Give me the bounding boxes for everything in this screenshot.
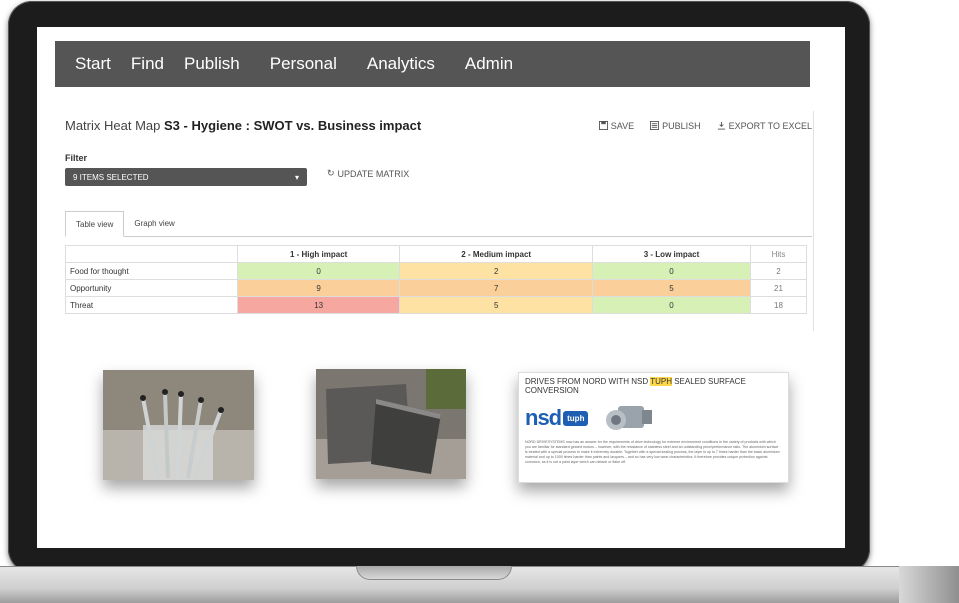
heat-cell[interactable]: 9 xyxy=(236,279,401,297)
panel-divider xyxy=(813,111,814,331)
document-icon xyxy=(650,121,660,130)
col-header-medium-impact: 2 - Medium impact xyxy=(399,245,594,263)
hits-cell: 2 xyxy=(750,262,807,280)
metal-sheets-image xyxy=(316,369,466,479)
nav-admin[interactable]: Admin xyxy=(465,54,513,74)
laptop-screen: Start Find Publish Personal Analytics Ad… xyxy=(37,27,845,548)
hits-cell: 21 xyxy=(750,279,807,297)
table-row: Food for thought 0 2 0 2 xyxy=(65,262,807,280)
document-title-part1: DRIVES FROM NORD WITH NSD xyxy=(525,377,649,386)
tab-table-view[interactable]: Table view xyxy=(65,211,125,237)
nsd-tuph-logo: nsd tuph xyxy=(525,405,589,431)
download-icon xyxy=(717,121,725,130)
nav-start[interactable]: Start xyxy=(75,54,111,74)
document-logo-row: nsd tuph xyxy=(525,400,782,436)
toolbar: SAVE PUBLISH EXPORT TO EXCEL xyxy=(598,120,812,131)
table-row: Opportunity 9 7 5 21 xyxy=(65,279,807,297)
corner-header xyxy=(65,245,238,263)
nav-analytics[interactable]: Analytics xyxy=(367,54,435,74)
filter-selected-value: 9 ITEMS SELECTED xyxy=(73,172,149,182)
save-button[interactable]: SAVE xyxy=(598,120,635,131)
save-label: SAVE xyxy=(610,120,635,131)
gear-motor-icon xyxy=(606,406,653,430)
table-row: Threat 13 5 0 18 xyxy=(65,296,807,314)
heat-cell[interactable]: 7 xyxy=(399,279,594,297)
heat-cell[interactable]: 0 xyxy=(592,296,751,314)
heat-cell[interactable]: 0 xyxy=(592,262,751,280)
heat-cell[interactable]: 13 xyxy=(236,296,401,314)
refresh-icon: ↻ xyxy=(327,168,335,178)
heat-cell[interactable]: 0 xyxy=(236,262,401,280)
nav-find[interactable]: Find xyxy=(131,54,164,74)
page-title-bold: S3 - Hygiene : SWOT vs. Business impact xyxy=(164,118,422,133)
laptop-mockup: Start Find Publish Personal Analytics Ad… xyxy=(0,0,959,603)
tuph-badge: tuph xyxy=(563,410,589,426)
export-label: EXPORT TO EXCEL xyxy=(728,120,812,131)
nav-personal[interactable]: Personal xyxy=(270,54,337,74)
page-title-prefix: Matrix Heat Map xyxy=(65,118,161,133)
export-to-excel-button[interactable]: EXPORT TO EXCEL xyxy=(717,121,812,131)
filter-dropdown[interactable]: 9 ITEMS SELECTED ▾ xyxy=(65,168,307,186)
nsd-logo-text: nsd xyxy=(525,405,562,430)
page-header: Matrix Heat Map S3 - Hygiene : SWOT vs. … xyxy=(65,118,812,133)
metal-straws-photo xyxy=(103,370,254,480)
row-label: Threat xyxy=(65,296,238,314)
view-tabs: Table view Graph view xyxy=(65,211,812,237)
table-header-row: 1 - High impact 2 - Medium impact 3 - Lo… xyxy=(65,245,807,263)
document-body-text: NORD DRIVESYSTEMS now has an answer for … xyxy=(525,440,780,464)
page-title: Matrix Heat Map S3 - Hygiene : SWOT vs. … xyxy=(65,118,421,133)
heat-cell[interactable]: 5 xyxy=(592,279,751,297)
heat-cell[interactable]: 5 xyxy=(399,296,594,314)
document-title: DRIVES FROM NORD WITH NSD TUPH SEALED SU… xyxy=(525,377,775,395)
top-navbar: Start Find Publish Personal Analytics Ad… xyxy=(55,41,810,87)
col-header-high-impact: 1 - High impact xyxy=(236,245,401,263)
update-matrix-label: UPDATE MATRIX xyxy=(337,168,410,179)
document-title-highlight: TUPH xyxy=(650,377,672,386)
row-label: Food for thought xyxy=(65,262,238,280)
heat-map-table: 1 - High impact 2 - Medium impact 3 - Lo… xyxy=(65,245,807,314)
caret-down-icon: ▾ xyxy=(294,172,299,182)
laptop-notch xyxy=(356,566,512,580)
filter-label: Filter xyxy=(65,153,88,163)
publish-button[interactable]: PUBLISH xyxy=(650,121,701,131)
hits-cell: 18 xyxy=(750,296,807,314)
publish-label: PUBLISH xyxy=(662,120,701,131)
nav-publish[interactable]: Publish xyxy=(184,54,240,74)
update-matrix-button[interactable]: ↻ UPDATE MATRIX xyxy=(327,168,409,179)
laptop-base-corner xyxy=(899,566,959,603)
metal-sheets-photo xyxy=(316,369,466,479)
nord-document-thumbnail: DRIVES FROM NORD WITH NSD TUPH SEALED SU… xyxy=(518,372,789,483)
col-header-hits: Hits xyxy=(750,245,807,263)
col-header-low-impact: 3 - Low impact xyxy=(592,245,751,263)
floppy-disk-icon xyxy=(598,121,608,130)
row-label: Opportunity xyxy=(65,279,238,297)
heat-cell[interactable]: 2 xyxy=(399,262,594,280)
metal-straws-image xyxy=(103,370,254,480)
tab-graph-view[interactable]: Graph view xyxy=(124,211,184,236)
